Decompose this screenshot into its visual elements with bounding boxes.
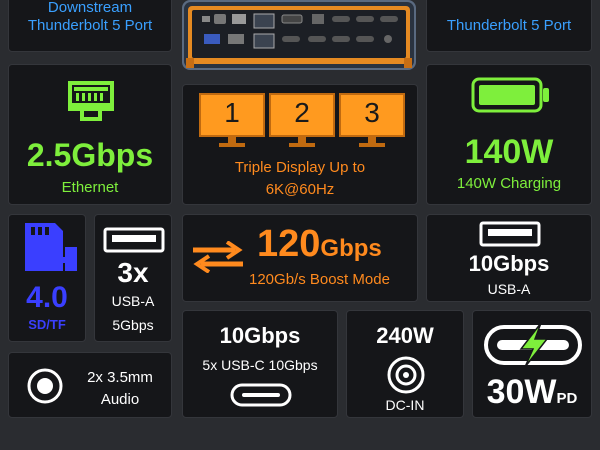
dc-in-tile: 240W DC-IN (346, 310, 464, 418)
audio-line2: Audio (100, 391, 140, 408)
pd-power-value: 30W (486, 373, 557, 411)
dc-in-label: DC-IN (385, 397, 425, 413)
display-line2: 6K@60Hz (265, 181, 335, 198)
thunderbolt-downstream-tile: Downstream Thunderbolt 5 Port (8, 0, 172, 52)
boost-speed: 120Gbps (257, 223, 382, 266)
audio-tile: 2x 3.5mm Audio (8, 352, 172, 418)
boost-speed-unit: Gbps (320, 235, 382, 262)
sd-card-label: SD/TF (28, 317, 66, 332)
usb-c-port-icon (230, 383, 292, 407)
monitor-1-icon: 1 (199, 93, 265, 147)
boost-label: 120Gb/s Boost Mode (249, 271, 390, 288)
charging-tile: 140W 140W Charging (426, 64, 592, 205)
ethernet-speed: 2.5Gbps (26, 137, 154, 173)
sd-card-value: 4.0 (26, 281, 68, 314)
usba-3x-tile: 3x USB-A 5Gbps (94, 214, 172, 342)
monitor-2-icon: 2 (269, 93, 335, 147)
dock-device-icon (182, 0, 416, 70)
usba-3x-speed: 5Gbps (112, 317, 154, 333)
dc-jack-icon (387, 356, 425, 394)
charging-power: 140W (464, 133, 554, 171)
ethernet-label: Ethernet (61, 179, 119, 196)
ethernet-tile: 2.5Gbps Ethernet (8, 64, 172, 205)
pd-power: 30WPD (473, 373, 591, 412)
boost-speed-number: 120 (257, 223, 321, 265)
display-line1: Triple Display Up to (234, 159, 366, 176)
monitor-3-icon: 3 (339, 93, 405, 147)
usba-10gbps-speed: 10Gbps (468, 251, 550, 276)
battery-icon (471, 77, 549, 113)
thunderbolt-downstream-line2: Thunderbolt 5 Port (27, 17, 153, 34)
sd-card-tile: 4.0 SD/TF (8, 214, 86, 342)
thunderbolt-downstream-line1: Downstream (47, 0, 133, 16)
boost-mode-tile: 120Gbps 120Gb/s Boost Mode (182, 214, 418, 302)
usba-3x-type: USB-A (111, 293, 155, 309)
audio-line1: 2x 3.5mm (87, 369, 153, 386)
charging-label: 140W Charging (456, 175, 562, 192)
usbc-tile: 10Gbps 5x USB-C 10Gbps (182, 310, 338, 418)
pd-suffix: PD (556, 390, 578, 407)
usb-c-lightning-icon (484, 322, 582, 368)
pd-tile: 30WPD (472, 310, 592, 418)
bidirectional-arrows-icon (193, 241, 243, 273)
usba-3x-count: 3x (117, 257, 149, 288)
usbc-label: 5x USB-C 10Gbps (202, 357, 318, 373)
monitor-3-number: 3 (364, 97, 380, 128)
usbc-speed: 10Gbps (219, 323, 301, 348)
ethernet-port-icon (68, 81, 114, 121)
triple-display-tile: 1 2 3 Triple Display Up to 6K@60Hz (182, 84, 418, 205)
sd-card-icon (25, 223, 77, 271)
monitor-2-number: 2 (294, 97, 310, 128)
usba-10gbps-label: USB-A (487, 281, 531, 297)
monitor-1-number: 1 (224, 97, 240, 128)
usb-a-port-icon (103, 227, 165, 253)
dock-device-image (180, 0, 418, 74)
usb-a-port-icon (479, 221, 541, 247)
usba-10gbps-tile: 10Gbps USB-A (426, 214, 592, 302)
thunderbolt-port-tile: Thunderbolt 5 Port (426, 0, 592, 52)
thunderbolt-port-label: Thunderbolt 5 Port (446, 17, 572, 34)
dc-in-power: 240W (376, 323, 434, 348)
audio-jack-icon (27, 368, 63, 404)
